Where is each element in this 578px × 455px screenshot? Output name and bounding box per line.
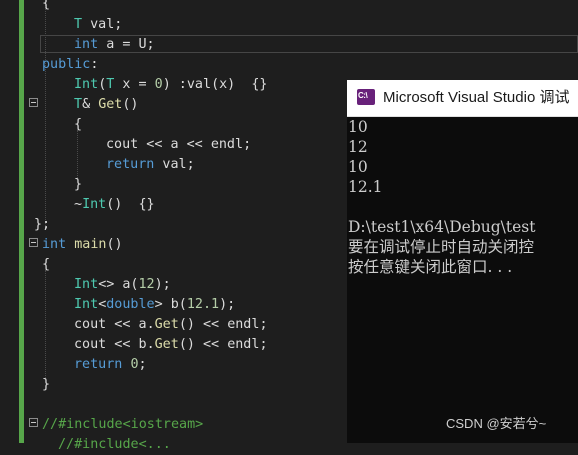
console-output-line: D:\test1\x64\Debug\test	[348, 218, 536, 236]
code-line[interactable]: return val;	[106, 155, 195, 175]
code-line[interactable]: Int(T x = 0) :val(x) {}	[74, 75, 268, 95]
indent-guide	[45, 270, 46, 378]
console-title: Microsoft Visual Studio 调试	[383, 89, 570, 106]
code-line[interactable]: cout << a.Get() << endl;	[74, 315, 268, 335]
code-line[interactable]: public:	[42, 55, 98, 75]
code-line[interactable]: Int<> a(12);	[74, 275, 171, 295]
code-line[interactable]: ~Int() {}	[74, 195, 155, 215]
code-line[interactable]: return 0;	[74, 355, 147, 375]
console-output-line: 要在调试停止时自动关闭控	[348, 238, 535, 256]
code-line[interactable]: {	[42, 0, 50, 14]
code-line[interactable]: int a = U;	[74, 35, 155, 55]
console-output-line: 12.1	[348, 178, 383, 196]
debug-console-window[interactable]: C:\ Microsoft Visual Studio 调试 10 12 10 …	[347, 80, 578, 443]
change-tracking-bar	[19, 0, 24, 443]
code-line[interactable]: //#include<...	[58, 435, 171, 455]
code-line[interactable]: T& Get()	[74, 95, 139, 115]
console-title-bar[interactable]: C:\ Microsoft Visual Studio 调试	[347, 80, 578, 117]
visual-studio-console-icon: C:\	[357, 89, 375, 105]
code-line[interactable]: };	[34, 215, 50, 235]
code-line[interactable]: }	[74, 175, 82, 195]
console-output-line: 12	[348, 138, 368, 156]
collapse-icon[interactable]	[29, 418, 38, 427]
code-line[interactable]: cout << b.Get() << endl;	[74, 335, 268, 355]
code-line[interactable]: Int<double> b(12.1);	[74, 295, 235, 315]
console-output-line: 10	[348, 118, 368, 136]
code-line[interactable]: }	[42, 375, 50, 395]
console-output-line: 按任意键关闭此窗口. . .	[348, 258, 513, 276]
code-line[interactable]: {	[42, 255, 50, 275]
console-output-line: 10	[348, 158, 368, 176]
code-line[interactable]: cout << a << endl;	[106, 135, 251, 155]
collapse-icon[interactable]	[29, 238, 38, 247]
code-line[interactable]: int main()	[42, 235, 123, 255]
indent-guide	[77, 130, 78, 178]
code-line[interactable]: T val;	[74, 15, 122, 35]
code-line[interactable]: //#include<iostream>	[42, 415, 203, 435]
code-line[interactable]: {	[74, 115, 82, 135]
collapse-icon[interactable]	[29, 98, 38, 107]
watermark: CSDN @安若兮~	[446, 416, 547, 431]
